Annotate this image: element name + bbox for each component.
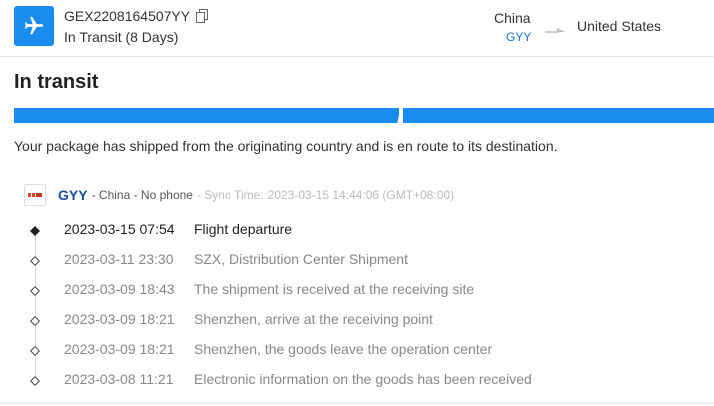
event-description: Shenzhen, the goods leave the operation … bbox=[194, 341, 493, 357]
section-divider bbox=[0, 403, 714, 404]
event-dot-icon bbox=[29, 343, 41, 357]
event-description: The shipment is received at the receivin… bbox=[194, 281, 475, 297]
timeline-event: 2023-03-09 18:21 Shenzhen, arrive at the… bbox=[0, 304, 714, 334]
arrow-right-icon bbox=[545, 22, 565, 33]
copy-icon[interactable] bbox=[196, 9, 208, 23]
event-description: Flight departure bbox=[194, 221, 293, 237]
status-title: In transit bbox=[14, 71, 99, 93]
progress-segment-completed bbox=[14, 108, 399, 123]
event-date: 2023-03-09 18:21 bbox=[64, 311, 175, 327]
event-date: 2023-03-15 07:54 bbox=[64, 221, 175, 237]
event-description: Electronic information on the goods has … bbox=[194, 371, 532, 387]
event-date: 2023-03-09 18:21 bbox=[64, 341, 175, 357]
event-dot-icon bbox=[29, 253, 41, 267]
event-dot-icon bbox=[29, 313, 41, 327]
source-carrier-code[interactable]: GYY bbox=[58, 187, 88, 203]
timeline-event: 2023-03-11 23:30 SZX, Distribution Cente… bbox=[0, 244, 714, 274]
event-description: Shenzhen, arrive at the receiving point bbox=[194, 311, 433, 327]
sync-time-label: - Sync Time: bbox=[196, 188, 264, 202]
tracking-source-row: GYY - China - No phone - Sync Time: 2023… bbox=[24, 184, 454, 206]
event-dot-filled-icon bbox=[30, 223, 40, 236]
event-date: 2023-03-11 23:30 bbox=[64, 251, 174, 267]
transit-status-days: In Transit (8 Days) bbox=[64, 29, 179, 45]
timeline-event: 2023-03-08 11:21 Electronic information … bbox=[0, 364, 714, 394]
shipment-header: GEX2208164507YY In Transit (8 Days) Chin… bbox=[0, 0, 714, 57]
source-info: - China - No phone bbox=[91, 188, 193, 202]
origin-carrier-code[interactable]: GYY bbox=[506, 30, 531, 44]
event-dot-icon bbox=[29, 283, 41, 297]
sync-time-value: 2023-03-15 14:44:06 (GMT+08:00) bbox=[267, 188, 455, 202]
timeline-event: 2023-03-15 07:54 Flight departure bbox=[0, 214, 714, 244]
progress-bar bbox=[14, 107, 714, 124]
event-date: 2023-03-09 18:43 bbox=[64, 281, 175, 297]
status-description: Your package has shipped from the origin… bbox=[14, 138, 558, 154]
tracking-number[interactable]: GEX2208164507YY bbox=[64, 8, 190, 24]
origin-country: China bbox=[494, 10, 531, 26]
airplane-icon bbox=[14, 6, 54, 46]
event-dot-icon bbox=[29, 373, 41, 387]
event-description: SZX, Distribution Center Shipment bbox=[194, 251, 408, 267]
progress-segment-remaining bbox=[403, 108, 714, 123]
destination-country: United States bbox=[577, 18, 662, 34]
carrier-logo-icon bbox=[24, 184, 46, 206]
timeline-event: 2023-03-09 18:43 The shipment is receive… bbox=[0, 274, 714, 304]
timeline-event: 2023-03-09 18:21 Shenzhen, the goods lea… bbox=[0, 334, 714, 364]
event-date: 2023-03-08 11:21 bbox=[64, 371, 174, 387]
